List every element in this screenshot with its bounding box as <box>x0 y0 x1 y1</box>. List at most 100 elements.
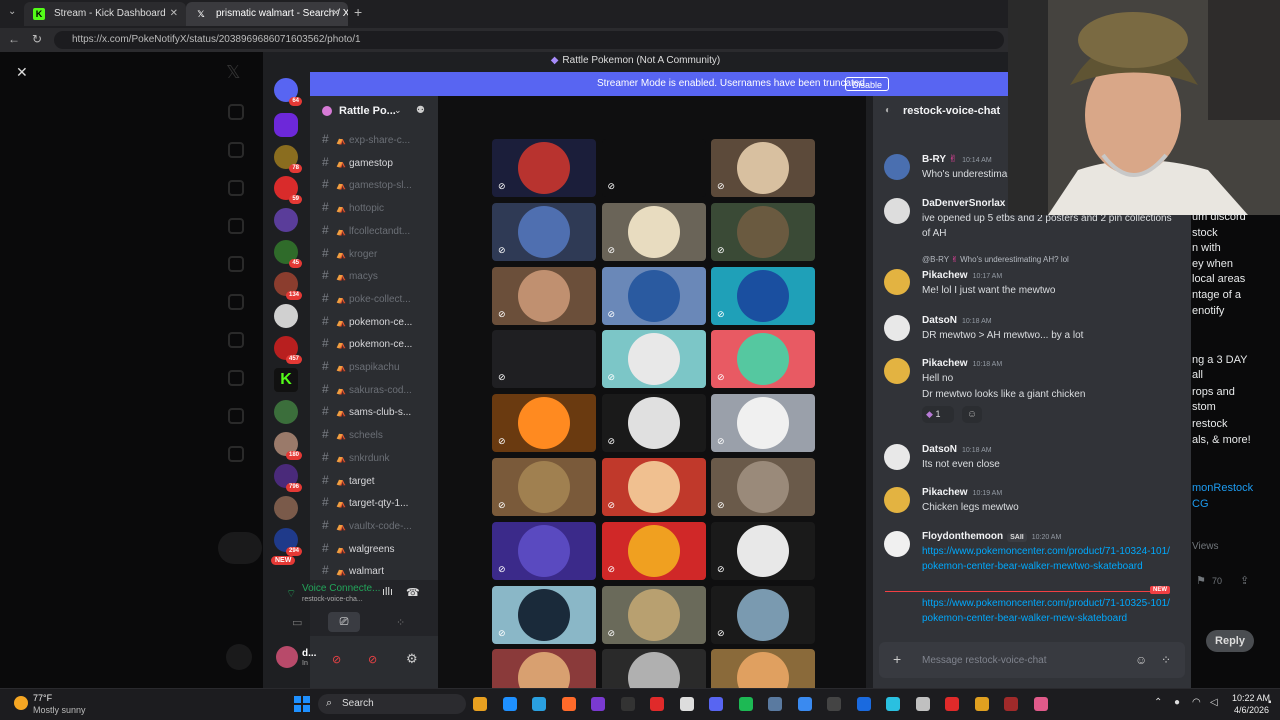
channel-item[interactable]: # ⛺ kroger <box>322 246 377 260</box>
app-icon[interactable] <box>886 697 900 711</box>
message-author[interactable]: Floydonthemoon <box>922 531 1003 542</box>
back-icon[interactable]: ← <box>8 32 20 46</box>
video-tile[interactable]: ⊘ <box>711 521 815 580</box>
app-icon[interactable] <box>591 697 605 711</box>
channel-item[interactable]: # ⛺ gamestop-sl... <box>322 177 412 191</box>
home-icon[interactable] <box>228 104 244 120</box>
gear-icon[interactable]: ⚙ <box>406 651 418 667</box>
weather-temp[interactable]: 77°F <box>33 693 52 703</box>
video-tile[interactable]: ⊘ <box>601 521 706 580</box>
message-author[interactable]: DaDenverSnorlax <box>922 198 1005 209</box>
steam-icon[interactable] <box>768 697 782 711</box>
firefox-icon[interactable] <box>561 697 576 711</box>
server-icon[interactable] <box>274 496 298 520</box>
tweet-link[interactable]: CG <box>1192 498 1209 510</box>
more-icon[interactable] <box>228 446 244 462</box>
tab-x-search[interactable]: 𝕏 prismatic walmart - Search / X ✕ <box>186 2 348 26</box>
notification-icon[interactable]: ▪ <box>1268 697 1272 708</box>
channel-item[interactable]: # ⛺ target-qty-1... <box>322 495 408 509</box>
video-tile[interactable]: ⊘ <box>601 266 706 325</box>
chrome-icon[interactable] <box>532 697 546 711</box>
message-link[interactable]: https://www.pokemoncenter.com/product/71… <box>922 596 1172 626</box>
reload-icon[interactable]: ↻ <box>32 32 42 46</box>
video-tile[interactable]: ⊘ <box>601 394 706 453</box>
app-icon[interactable] <box>827 697 841 711</box>
lists-icon[interactable] <box>228 294 244 310</box>
channel-item[interactable]: # ⛺ target <box>322 473 375 487</box>
video-tile[interactable]: ⊘ <box>492 649 596 688</box>
server-icon[interactable] <box>274 304 298 328</box>
server-icon[interactable] <box>274 400 298 424</box>
profile-icon[interactable] <box>228 408 244 424</box>
share-icon[interactable]: ⇪ <box>1240 574 1249 587</box>
reply-button[interactable]: Reply <box>1206 630 1254 652</box>
url-field[interactable]: https://x.com/PokeNotifyX/status/2038969… <box>54 31 1004 49</box>
notifications-icon[interactable] <box>228 180 244 196</box>
server-icon[interactable]: 180 <box>274 432 302 460</box>
channel-item[interactable]: # ⛺ walgreens <box>322 541 395 555</box>
app-icon[interactable] <box>1033 697 1048 711</box>
wifi-icon[interactable]: ◠ <box>1192 697 1201 708</box>
message-link[interactable]: https://www.pokemoncenter.com/product/71… <box>922 544 1172 574</box>
app-icon[interactable] <box>915 697 930 711</box>
video-tile[interactable]: ⊘ <box>492 394 596 453</box>
video-tile[interactable]: ⊘ <box>492 521 596 580</box>
disable-button[interactable]: Disable <box>845 77 890 91</box>
windows-start-icon[interactable] <box>294 696 310 712</box>
channel-item[interactable]: # ⛺ pokemon-ce... <box>322 336 412 350</box>
activities-icon[interactable]: ⁘ <box>396 616 405 629</box>
video-tile[interactable]: ⊘ <box>492 585 596 644</box>
video-tile[interactable]: ⊘ <box>711 458 815 516</box>
weather-desc[interactable]: Mostly sunny <box>33 705 86 715</box>
disconnect-icon[interactable]: ☎ <box>406 586 420 599</box>
add-reaction-icon[interactable]: ☺ <box>962 406 982 423</box>
reaction[interactable]: ◆ 1 <box>922 406 954 423</box>
search-icon[interactable] <box>228 142 244 158</box>
channel-item[interactable]: # ⛺ scheels <box>322 427 383 441</box>
message-author[interactable]: Pikachew <box>922 358 968 369</box>
kick-icon[interactable]: K <box>274 368 298 392</box>
channel-item[interactable]: # ⛺ sams-club-s... <box>322 404 411 418</box>
video-tile[interactable]: ⊘ <box>492 458 596 516</box>
video-tile[interactable]: ⊘ <box>601 139 706 197</box>
app-icon[interactable] <box>797 697 812 711</box>
video-tile[interactable]: ⊘ <box>601 585 706 644</box>
video-tile[interactable]: ⊘ <box>711 202 815 261</box>
reply-preview[interactable]: @B-RY ✌ Who's underestimating AH? lol <box>922 255 1069 264</box>
taskbar-search[interactable] <box>318 694 466 714</box>
clock-date[interactable]: 4/6/2026 <box>1234 705 1269 715</box>
clock-time[interactable]: 10:22 AM <box>1232 693 1270 703</box>
tab-list-icon[interactable]: ⌄ <box>8 6 16 17</box>
channel-item[interactable]: # ⛺ gamestop <box>322 155 393 169</box>
headphones-muted-icon[interactable]: ⊘ <box>368 653 377 666</box>
server-icon[interactable]: 134 <box>274 272 302 300</box>
server-icon[interactable] <box>274 208 298 232</box>
new-tab-button[interactable]: + <box>354 4 362 20</box>
app-icon[interactable] <box>945 697 959 711</box>
close-icon[interactable]: ✕ <box>332 2 340 26</box>
weather-sun-icon[interactable] <box>14 696 28 710</box>
channel-item[interactable]: # ⛺ macys <box>322 268 378 282</box>
tweet-link[interactable]: monRestock <box>1192 482 1253 494</box>
chevron-up-icon[interactable]: ⌃ <box>1154 697 1162 708</box>
communities-icon[interactable] <box>228 370 244 386</box>
chevron-down-icon[interactable]: ⌄ <box>394 105 402 116</box>
server-icon[interactable]: 294 <box>274 528 302 556</box>
close-icon[interactable]: ✕ <box>170 2 178 26</box>
server-icon[interactable]: 457 <box>274 336 302 364</box>
voice-channel[interactable]: restock-voice-cha... <box>302 596 363 603</box>
video-tile[interactable]: ⊘ <box>492 266 596 325</box>
app-icon[interactable] <box>1004 697 1018 711</box>
avatar[interactable] <box>226 644 252 670</box>
channel-item[interactable]: # ⛺ sakuras-cod... <box>322 382 412 396</box>
music-icon[interactable] <box>679 697 694 711</box>
server-icon[interactable]: 78 <box>274 145 302 173</box>
video-tile[interactable]: ⊘ <box>711 330 815 389</box>
mic-icon[interactable]: ● <box>1174 697 1180 708</box>
post-button[interactable] <box>218 532 262 564</box>
video-tile[interactable]: ⊘ <box>711 394 815 453</box>
channel-item[interactable]: # ⛺ walmart <box>322 563 384 577</box>
channel-item[interactable]: # ⛺ lfcollectandt... <box>322 223 410 237</box>
discord-icon[interactable] <box>709 697 723 711</box>
app-icon[interactable] <box>974 697 989 711</box>
